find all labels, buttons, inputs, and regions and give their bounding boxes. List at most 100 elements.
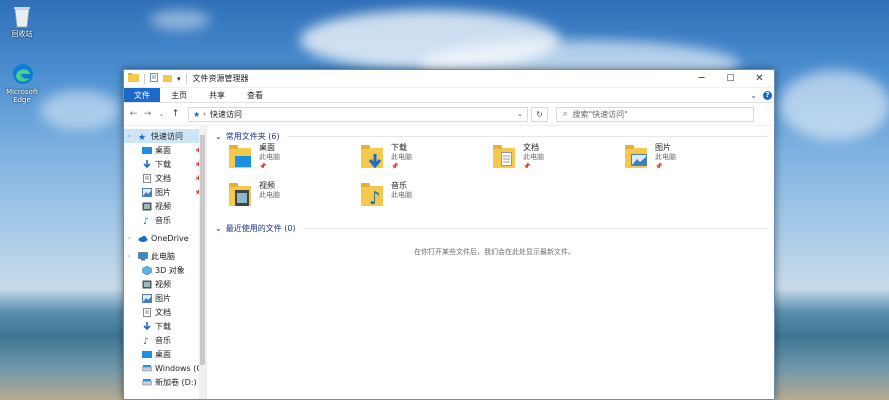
nav-item-7[interactable]: › OneDrive — [124, 231, 206, 245]
nav-item-16[interactable]: Windows (C:) — [124, 361, 206, 375]
drive-icon — [142, 364, 152, 373]
folder-tile-video[interactable]: 视频 此电脑 — [229, 181, 361, 219]
file-explorer-window: ▾ 文件资源管理器 ─ ☐ ✕ 文件 主页 共享 查看 ⌄ ? ← → ⌄ ↑ … — [123, 69, 775, 400]
close-icon: ✕ — [755, 73, 764, 84]
expand-ribbon-icon[interactable]: ⌄ — [750, 91, 757, 100]
refresh-button[interactable]: ↻ — [531, 106, 548, 122]
quick-access-toolbar: ▾ — [124, 73, 187, 84]
folder-tile-desktop[interactable]: 桌面 此电脑 📌 — [229, 143, 361, 181]
folder-tile-picture[interactable]: 图片 此电脑 📌 — [625, 143, 757, 181]
new-folder-icon[interactable] — [163, 74, 172, 84]
recent-empty-message: 在你打开某些文件后，我们会在此处显示最新文件。 — [414, 248, 575, 256]
tab-view[interactable]: 查看 — [236, 88, 274, 102]
pin-icon: 📌 — [523, 163, 531, 170]
group-header-recent[interactable]: ⌄ 最近使用的文件 (0) — [215, 221, 774, 235]
address-row: ← → ⌄ ↑ ★ › 快速访问 ⌄ ↻ ⌕ 搜索"快速访问" — [124, 103, 774, 126]
video-icon — [142, 202, 152, 211]
nav-item-1[interactable]: 桌面📌 — [124, 143, 206, 157]
tab-share[interactable]: 共享 — [198, 88, 236, 102]
desktop-icon-recycle-bin[interactable]: 回收站 — [0, 4, 44, 38]
document-icon — [142, 173, 152, 183]
scrollbar-thumb[interactable] — [200, 135, 205, 365]
nav-item-label: 图片 — [155, 187, 171, 197]
expand-chevron-icon[interactable]: › — [128, 133, 130, 140]
forward-arrow-icon[interactable]: → — [142, 109, 153, 119]
folder-tile-music[interactable]: ♪ 音乐 此电脑 — [361, 181, 493, 219]
nav-item-0[interactable]: › ★ 快速访问 — [124, 129, 206, 143]
download-icon — [142, 321, 152, 331]
close-button[interactable]: ✕ — [745, 70, 774, 87]
desktop-icon-edge[interactable]: Microsoft Edge — [0, 62, 44, 104]
download-folder-icon — [361, 145, 387, 170]
picture-icon — [142, 293, 152, 303]
folder-name: 桌面 — [259, 143, 275, 152]
nav-item-9[interactable]: 3D 对象 — [124, 263, 206, 277]
nav-item-label: 快速访问 — [151, 131, 183, 141]
desktop-icon-label: 回收站 — [11, 30, 33, 38]
nav-item-8[interactable]: › 此电脑 — [124, 249, 206, 263]
expand-chevron-icon[interactable]: › — [128, 235, 130, 242]
search-input[interactable]: ⌕ 搜索"快速访问" — [556, 106, 754, 122]
nav-item-15[interactable]: 桌面 — [124, 347, 206, 361]
tab-file[interactable]: 文件 — [124, 88, 160, 102]
up-arrow-icon[interactable]: ↑ — [170, 109, 181, 119]
folder-name: 音乐 — [391, 181, 407, 190]
search-placeholder: 搜索"快速访问" — [572, 109, 628, 119]
video-folder-icon — [229, 183, 255, 208]
folder-tile-download[interactable]: 下载 此电脑 📌 — [361, 143, 493, 181]
collapse-chevron-icon[interactable]: ⌄ — [215, 224, 222, 233]
nav-item-4[interactable]: 图片📌 — [124, 185, 206, 199]
address-dropdown-icon[interactable]: ⌄ — [517, 110, 523, 118]
svg-text:♪: ♪ — [143, 217, 149, 225]
nav-item-label: 音乐 — [155, 215, 171, 225]
search-icon: ⌕ — [563, 109, 568, 118]
nav-item-6[interactable]: ♪ 音乐 — [124, 213, 206, 227]
title-bar: ▾ 文件资源管理器 ─ ☐ ✕ — [124, 70, 774, 88]
nav-item-17[interactable]: 新加卷 (D:) — [124, 375, 206, 389]
drive-icon — [142, 378, 152, 387]
properties-icon[interactable] — [150, 73, 158, 84]
nav-item-label: 下载 — [155, 321, 171, 331]
tab-home[interactable]: 主页 — [160, 88, 198, 102]
desktop-icon-label: Microsoft Edge — [6, 88, 38, 104]
nav-item-label: 视频 — [155, 201, 171, 211]
help-icon[interactable]: ? — [763, 90, 772, 100]
folder-tile-document[interactable]: 文档 此电脑 📌 — [493, 143, 625, 181]
folder-location: 此电脑 — [655, 153, 676, 161]
nav-item-label: 图片 — [155, 293, 171, 303]
nav-item-label: 视频 — [155, 279, 171, 289]
explorer-app-icon — [128, 73, 139, 84]
address-bar[interactable]: ★ › 快速访问 ⌄ — [188, 106, 528, 122]
folder-name: 下载 — [391, 143, 407, 152]
folder-location: 此电脑 — [391, 153, 412, 161]
nav-item-12[interactable]: 文档 — [124, 305, 206, 319]
nav-item-10[interactable]: 视频 — [124, 277, 206, 291]
collapse-chevron-icon[interactable]: ⌄ — [215, 132, 222, 141]
nav-item-label: 文档 — [155, 307, 171, 317]
nav-item-label: OneDrive — [151, 233, 189, 243]
folder-location: 此电脑 — [523, 153, 544, 161]
nav-item-5[interactable]: 视频 — [124, 199, 206, 213]
star-icon: ★ — [193, 109, 201, 119]
nav-item-14[interactable]: ♪ 音乐 — [124, 333, 206, 347]
nav-item-2[interactable]: 下载📌 — [124, 157, 206, 171]
expand-chevron-icon[interactable]: › — [128, 253, 130, 260]
folder-name: 图片 — [655, 143, 671, 152]
folder-location: 此电脑 — [259, 191, 280, 199]
nav-item-13[interactable]: 下载 — [124, 319, 206, 333]
dropdown-icon[interactable]: ▾ — [177, 75, 181, 83]
music-icon: ♪ — [142, 336, 152, 347]
folder-name: 文档 — [523, 143, 539, 152]
svg-text:♪: ♪ — [143, 337, 149, 345]
recent-locations-chevron-icon[interactable]: ⌄ — [156, 110, 167, 118]
back-arrow-icon[interactable]: ← — [128, 109, 139, 119]
group-header-frequent[interactable]: ⌄ 常用文件夹 (6) — [215, 129, 774, 143]
frequent-folders-grid: 桌面 此电脑 📌 下载 此电脑 📌 文档 此电脑 📌 图片 此电脑 📌 视频 此电脑 ♪ 音乐 此电脑 — [229, 143, 774, 219]
nav-item-3[interactable]: 文档📌 — [124, 171, 206, 185]
minimize-button[interactable]: ─ — [687, 70, 716, 87]
content-pane: ⌄ 常用文件夹 (6) 桌面 此电脑 📌 下载 此电脑 📌 文档 此电脑 📌 图片 此电脑 📌 视频 此电… — [207, 125, 774, 399]
nav-item-11[interactable]: 图片 — [124, 291, 206, 305]
maximize-button[interactable]: ☐ — [716, 70, 745, 87]
svg-text:★: ★ — [138, 133, 146, 141]
navigation-scrollbar[interactable] — [199, 125, 206, 399]
